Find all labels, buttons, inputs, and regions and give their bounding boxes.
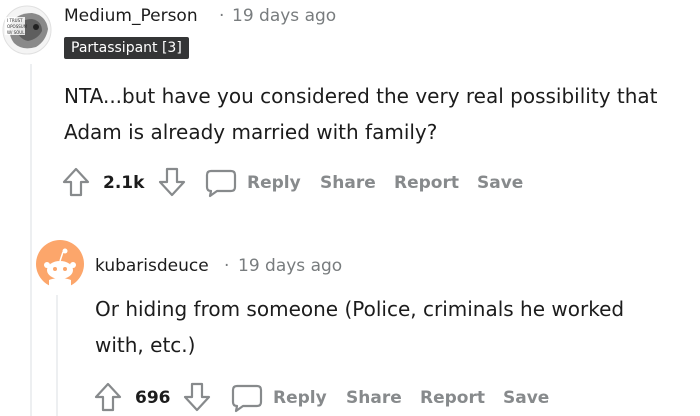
comment-author[interactable]: kubarisdeuce xyxy=(95,256,209,276)
svg-text:I TRUST: I TRUST xyxy=(7,18,23,23)
vote-score: 696 xyxy=(135,388,171,408)
comment-timestamp[interactable]: 19 days ago xyxy=(238,256,342,276)
save-button[interactable]: Save xyxy=(503,388,549,408)
comment-body: Or hiding from someone (Police, criminal… xyxy=(95,291,695,363)
comment-author[interactable]: Medium_Person xyxy=(64,6,198,26)
share-button[interactable]: Share xyxy=(346,388,402,408)
reply-button[interactable]: Reply xyxy=(273,388,327,408)
upvote-icon[interactable] xyxy=(62,167,90,197)
meta-separator: · xyxy=(219,6,225,26)
svg-text:W/ SOUL: W/ SOUL xyxy=(7,30,25,35)
comment-body-line: Or hiding from someone (Police, criminal… xyxy=(95,297,625,321)
comment-body-line: Adam is already married with family? xyxy=(64,120,438,144)
save-button[interactable]: Save xyxy=(477,173,523,193)
comment-timestamp[interactable]: 19 days ago xyxy=(232,6,336,26)
comment-1: I TRUST OPOSSUM W/ SOUL Medium_Person · … xyxy=(0,0,700,210)
reply-button[interactable]: Reply xyxy=(247,173,301,193)
report-button[interactable]: Report xyxy=(420,388,485,408)
downvote-icon[interactable] xyxy=(183,382,211,412)
report-button[interactable]: Report xyxy=(394,173,459,193)
user-flair: Partassipant [3] xyxy=(64,37,189,59)
comment-bubble-icon[interactable] xyxy=(205,168,237,198)
comment-body: NTA...but have you considered the very r… xyxy=(64,78,700,150)
share-button[interactable]: Share xyxy=(320,173,376,193)
meta-separator: · xyxy=(224,256,230,276)
downvote-icon[interactable] xyxy=(158,167,186,197)
vote-score: 2.1k xyxy=(103,173,145,193)
svg-text:OPOSSUM: OPOSSUM xyxy=(7,24,28,29)
comment-2: kubarisdeuce · 19 days ago Or hiding fro… xyxy=(0,230,700,416)
snoo-avatar-icon[interactable] xyxy=(36,240,84,288)
comment-bubble-icon[interactable] xyxy=(231,383,263,413)
comment-body-line: NTA...but have you considered the very r… xyxy=(64,84,658,108)
user-avatar[interactable]: I TRUST OPOSSUM W/ SOUL xyxy=(2,5,52,55)
comment-body-line: with, etc.) xyxy=(95,333,196,357)
upvote-icon[interactable] xyxy=(94,382,122,412)
